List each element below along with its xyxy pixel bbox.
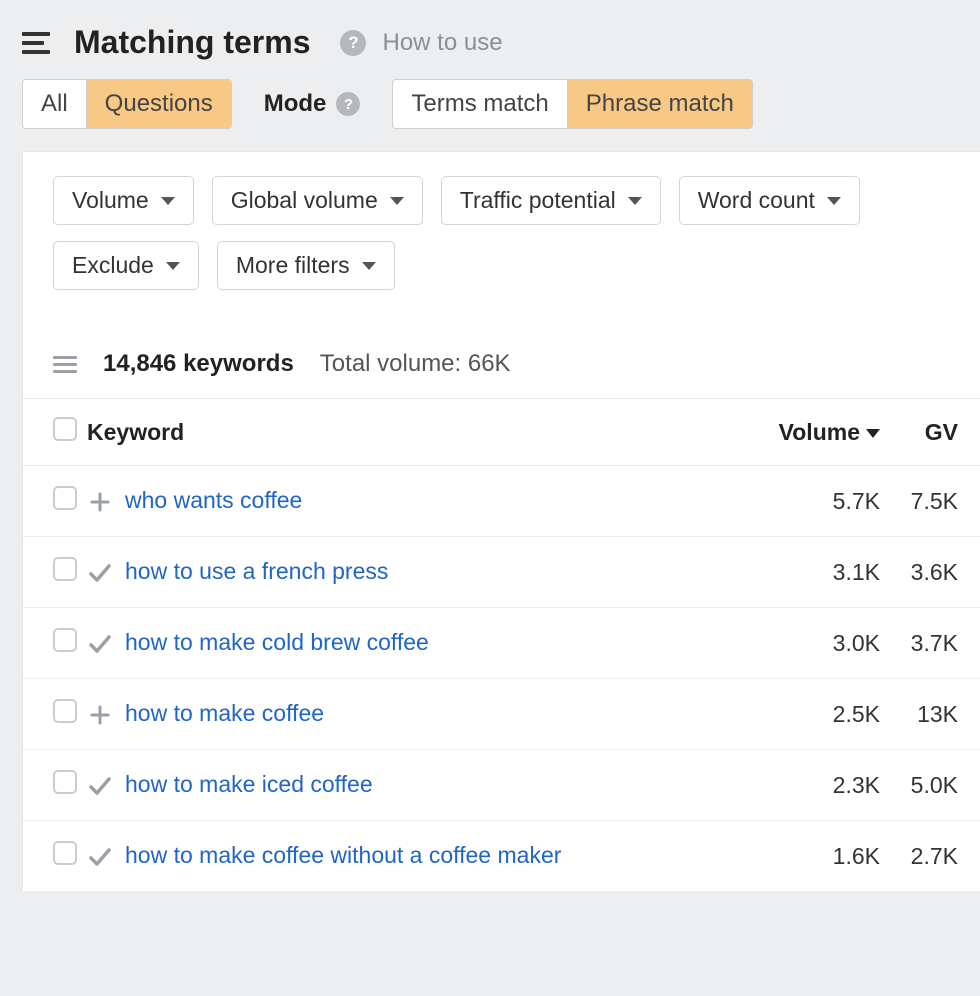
filter-word-count-label: Word count xyxy=(698,187,815,214)
cell-volume: 3.0K xyxy=(760,608,890,679)
table-row: how to use a french press 3.1K3.6K xyxy=(23,537,980,608)
mode-phrase-match[interactable]: Phrase match xyxy=(567,80,752,128)
mode-text: Mode xyxy=(264,90,327,118)
chevron-down-icon xyxy=(827,197,841,205)
cell-volume: 2.5K xyxy=(760,679,890,750)
how-to-use-link[interactable]: How to use xyxy=(382,29,502,57)
row-checkbox[interactable] xyxy=(53,699,77,723)
filter-word-count[interactable]: Word count xyxy=(679,176,860,225)
keyword-link[interactable]: how to make coffee without a coffee make… xyxy=(125,842,561,868)
segment-questions[interactable]: Questions xyxy=(86,80,231,128)
cell-gv: 13K xyxy=(890,679,980,750)
filter-volume-label: Volume xyxy=(72,187,149,214)
chevron-down-icon xyxy=(161,197,175,205)
keyword-type-segment: All Questions xyxy=(22,79,232,129)
mode-help-icon[interactable]: ? xyxy=(336,92,360,116)
help-icon[interactable]: ? xyxy=(340,30,366,56)
keywords-table: Keyword Volume GV who wants coffee 5.7K7.… xyxy=(23,398,980,892)
cell-volume: 3.1K xyxy=(760,537,890,608)
table-row: how to make coffee without a coffee make… xyxy=(23,821,980,892)
filter-more-label: More filters xyxy=(236,252,350,279)
cell-volume: 1.6K xyxy=(760,821,890,892)
keyword-link[interactable]: who wants coffee xyxy=(125,487,302,513)
keyword-link[interactable]: how to make coffee xyxy=(125,700,324,726)
page-title: Matching terms xyxy=(74,24,310,61)
keyword-count: 14,846 keywords xyxy=(103,350,294,378)
chevron-down-icon xyxy=(362,262,376,270)
filter-more[interactable]: More filters xyxy=(217,241,395,290)
check-icon[interactable] xyxy=(87,558,113,586)
keyword-link[interactable]: how to make cold brew coffee xyxy=(125,629,429,655)
filter-exclude-label: Exclude xyxy=(72,252,154,279)
menu-icon[interactable] xyxy=(22,32,50,54)
cell-gv: 2.7K xyxy=(890,821,980,892)
cell-volume: 2.3K xyxy=(760,750,890,821)
filter-exclude[interactable]: Exclude xyxy=(53,241,199,290)
filter-global-volume-label: Global volume xyxy=(231,187,378,214)
keyword-link[interactable]: how to make iced coffee xyxy=(125,771,373,797)
keyword-link[interactable]: how to use a french press xyxy=(125,558,388,584)
chevron-down-icon xyxy=(390,197,404,205)
plus-icon[interactable] xyxy=(87,700,113,728)
table-row: who wants coffee 5.7K7.5K xyxy=(23,466,980,537)
row-checkbox[interactable] xyxy=(53,770,77,794)
segment-all[interactable]: All xyxy=(23,80,86,128)
col-gv[interactable]: GV xyxy=(890,399,980,466)
table-row: how to make coffee 2.5K13K xyxy=(23,679,980,750)
sort-desc-icon xyxy=(866,429,880,438)
mode-label: Mode ? xyxy=(264,90,361,118)
col-keyword[interactable]: Keyword xyxy=(87,399,760,466)
cell-gv: 3.6K xyxy=(890,537,980,608)
row-checkbox[interactable] xyxy=(53,628,77,652)
cell-gv: 7.5K xyxy=(890,466,980,537)
row-checkbox[interactable] xyxy=(53,486,77,510)
col-volume[interactable]: Volume xyxy=(760,399,890,466)
check-icon[interactable] xyxy=(87,629,113,657)
total-volume: Total volume: 66K xyxy=(320,350,511,378)
cell-volume: 5.7K xyxy=(760,466,890,537)
plus-icon[interactable] xyxy=(87,487,113,515)
check-icon[interactable] xyxy=(87,842,113,870)
select-all-checkbox[interactable] xyxy=(53,417,77,441)
check-icon[interactable] xyxy=(87,771,113,799)
chevron-down-icon xyxy=(628,197,642,205)
row-checkbox[interactable] xyxy=(53,557,77,581)
filters-bar: Volume Global volume Traffic potential W… xyxy=(23,152,980,300)
chevron-down-icon xyxy=(166,262,180,270)
col-volume-label: Volume xyxy=(779,419,860,445)
list-view-icon[interactable] xyxy=(53,356,77,373)
filter-global-volume[interactable]: Global volume xyxy=(212,176,423,225)
mode-terms-match[interactable]: Terms match xyxy=(393,80,566,128)
filter-traffic-potential[interactable]: Traffic potential xyxy=(441,176,661,225)
filter-volume[interactable]: Volume xyxy=(53,176,194,225)
table-row: how to make cold brew coffee 3.0K3.7K xyxy=(23,608,980,679)
filter-traffic-potential-label: Traffic potential xyxy=(460,187,616,214)
cell-gv: 5.0K xyxy=(890,750,980,821)
cell-gv: 3.7K xyxy=(890,608,980,679)
table-row: how to make iced coffee 2.3K5.0K xyxy=(23,750,980,821)
mode-segment: Terms match Phrase match xyxy=(392,79,752,129)
row-checkbox[interactable] xyxy=(53,841,77,865)
